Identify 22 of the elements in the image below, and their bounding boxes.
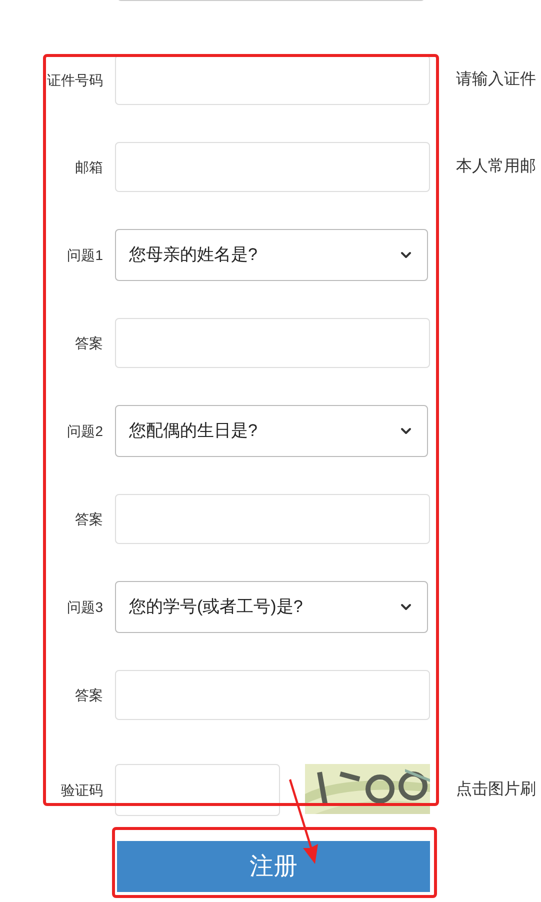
input-field[interactable] <box>115 142 430 192</box>
hint-text: 点击图片刷 <box>456 780 536 800</box>
field-label: 答案 <box>74 510 103 528</box>
hint-text: 本人常用邮 <box>456 156 536 177</box>
captcha-field[interactable] <box>115 764 280 816</box>
field-label: 问题2 <box>66 422 103 440</box>
field-label: 问题3 <box>66 598 103 616</box>
field-label: 证件号码 <box>46 70 103 90</box>
field-label: 问题1 <box>66 246 103 264</box>
input-field[interactable] <box>115 494 430 544</box>
input-field[interactable] <box>115 670 430 720</box>
register-button[interactable]: 注册 <box>117 841 430 892</box>
select-field[interactable]: 您母亲的姓名是? <box>115 229 428 281</box>
input-field[interactable] <box>115 55 430 105</box>
select-field[interactable]: 您的学号(或者工号)是? <box>115 581 428 633</box>
hint-text: 请输入证件 <box>456 70 536 90</box>
input-field[interactable] <box>115 318 430 368</box>
field-label: 答案 <box>74 686 103 704</box>
field-label: 邮箱 <box>74 158 103 176</box>
field-label: 答案 <box>74 334 103 352</box>
field-label: 验证码 <box>60 780 103 800</box>
select-field[interactable]: 您配偶的生日是? <box>115 405 428 457</box>
